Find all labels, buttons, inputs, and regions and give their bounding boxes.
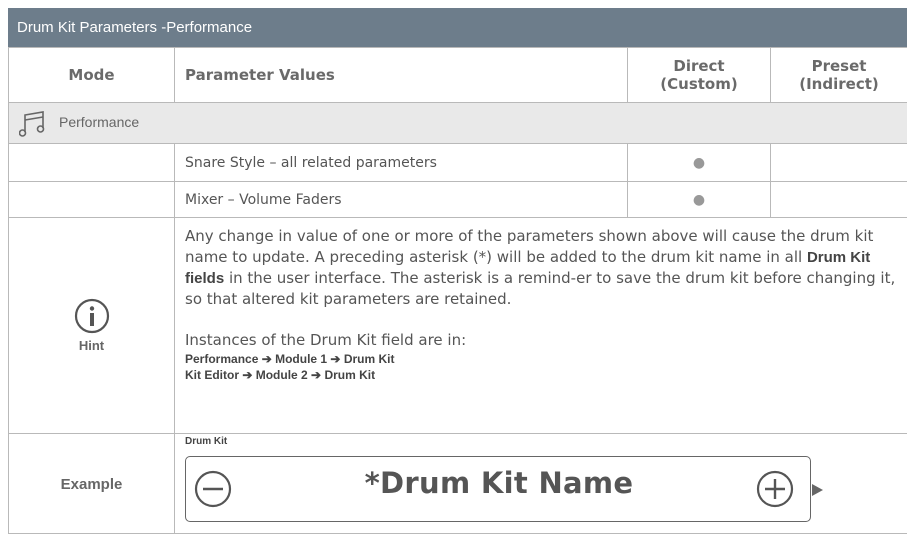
- hint-path-2: Kit Editor ➔ Module 2 ➔ Drum Kit: [185, 368, 376, 382]
- plus-circle-icon[interactable]: [755, 469, 795, 509]
- hint-row: Hint Any change in value of one or more …: [8, 217, 907, 434]
- hint-paragraph: Any change in value of one or more of th…: [185, 226, 899, 310]
- music-note-icon: [19, 111, 45, 137]
- example-cell: Drum Kit *Drum Kit Name: [174, 433, 907, 534]
- row-preset: [770, 143, 907, 182]
- example-label: Example: [60, 476, 123, 493]
- header-direct-line2: (Custom): [660, 75, 738, 93]
- page-title: Drum Kit Parameters -Performance: [8, 8, 907, 47]
- section-cell: Performance: [8, 102, 907, 144]
- row-direct-dot: ●: [627, 143, 771, 182]
- section-row-performance: Performance: [8, 102, 907, 144]
- row-mode-cell: [8, 143, 175, 182]
- header-mode: Mode: [8, 47, 175, 103]
- header-preset: Preset (Indirect): [770, 47, 907, 103]
- section-label: Performance: [59, 114, 140, 130]
- hint-mode-cell: Hint: [8, 217, 175, 434]
- table-row: Snare Style – all related parameters ●: [8, 143, 907, 182]
- info-circle-icon: [74, 298, 109, 334]
- header-parameter-values: Parameter Values: [174, 47, 628, 103]
- header-row: Mode Parameter Values Direct (Custom) Pr…: [8, 47, 907, 103]
- row-mode-cell: [8, 181, 175, 218]
- play-arrow-icon[interactable]: [812, 484, 823, 496]
- example-row: Example Drum Kit *Drum Kit Name: [8, 433, 907, 534]
- header-direct: Direct (Custom): [627, 47, 771, 103]
- drum-kit-field-caption: Drum Kit: [185, 436, 228, 447]
- drum-kit-name-value: *Drum Kit Name: [364, 466, 634, 500]
- parameters-table: Mode Parameter Values Direct (Custom) Pr…: [8, 47, 907, 534]
- example-mode-cell: Example: [8, 433, 175, 534]
- hint-text-part1: Any change in value of one or more of th…: [185, 227, 874, 266]
- hint-label: Hint: [78, 338, 105, 353]
- hint-instances-intro: Instances of the Drum Kit field are in:: [185, 331, 467, 349]
- drum-kit-field[interactable]: *Drum Kit Name: [185, 456, 811, 522]
- drum-kit-parameters-document: Drum Kit Parameters -Performance Mode Pa…: [0, 0, 907, 541]
- header-preset-line2: (Indirect): [799, 75, 879, 93]
- hint-path-1: Performance ➔ Module 1 ➔ Drum Kit: [185, 352, 395, 366]
- header-preset-line1: Preset: [811, 57, 867, 75]
- row-param: Snare Style – all related parameters: [174, 143, 628, 182]
- row-preset: [770, 181, 907, 218]
- hint-text-part2: in the user interface. The asterisk is a…: [185, 269, 896, 308]
- row-param: Mixer – Volume Faders: [174, 181, 628, 218]
- table-row: Mixer – Volume Faders ●: [8, 181, 907, 218]
- header-direct-line1: Direct: [673, 57, 725, 75]
- hint-text-cell: Any change in value of one or more of th…: [174, 217, 907, 434]
- row-direct-dot: ●: [627, 181, 771, 218]
